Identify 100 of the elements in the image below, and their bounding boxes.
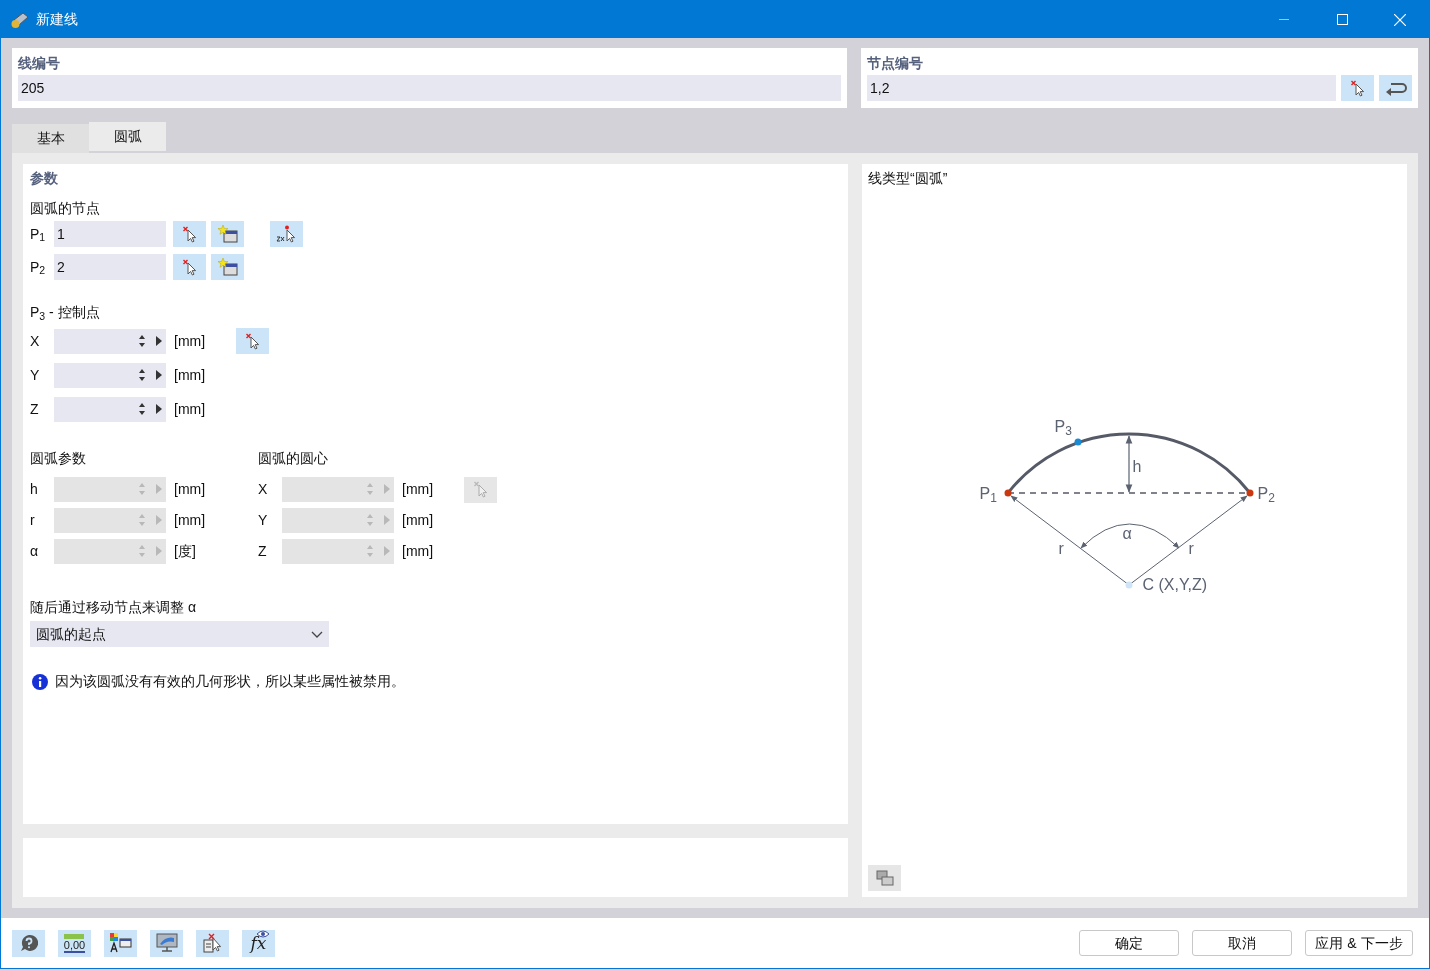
tab[interactable]: 圆弧 (89, 122, 166, 151)
field-label: r (30, 511, 36, 530)
return-arrow-icon (1384, 80, 1407, 96)
line-number-field[interactable]: 205 (18, 75, 841, 101)
pick-button[interactable] (173, 254, 206, 280)
node-number-field[interactable]: 1,2 (867, 75, 1336, 101)
toolbar-button[interactable]: fx (242, 929, 275, 957)
pick-button[interactable] (1341, 75, 1374, 101)
center-label: C (X,Y,Z) (1142, 575, 1208, 594)
color-window-icon (109, 933, 132, 953)
triangle-icon (156, 546, 162, 556)
dialog-button[interactable]: 确定 (1079, 930, 1179, 956)
dialog-button[interactable]: 应用 & 下一步 (1305, 930, 1413, 956)
angle-label: α (1122, 524, 1132, 543)
unit-label: [mm] (174, 331, 207, 351)
triangle-icon (156, 403, 162, 414)
cursor-icon (244, 332, 261, 350)
unit-label: [mm] (402, 511, 435, 530)
unit-label: [mm] (402, 480, 435, 499)
dialog-button[interactable]: 取消 (1192, 930, 1292, 956)
radius-label: r (1188, 539, 1194, 558)
triangle-icon (156, 515, 162, 525)
chevron-down-icon (311, 630, 323, 638)
number-field[interactable] (54, 396, 166, 422)
group-label: 圆弧的圆心 (258, 449, 329, 468)
toolbar-button[interactable] (196, 929, 229, 957)
section-heading: 节点编号 (867, 54, 924, 73)
point-label: P$_{2}$ (1257, 484, 1275, 503)
number-field[interactable] (54, 328, 166, 354)
field-label: Z (258, 542, 268, 561)
cursor-icon (181, 225, 198, 243)
close-icon (1394, 13, 1406, 26)
toolbar-button[interactable] (12, 929, 45, 957)
field-label: X (258, 480, 269, 499)
monitor-icon (155, 933, 178, 953)
minimize-icon (1279, 19, 1289, 20)
field-label: 随后通过移动节点来调整 α (30, 598, 197, 617)
unit-label: [度] (174, 542, 197, 561)
field-label: X (30, 331, 41, 351)
maximize-icon (1336, 14, 1348, 25)
double-pick-button[interactable] (270, 221, 303, 247)
field-label: Y (30, 365, 41, 385)
field-label: Z (30, 399, 40, 419)
stack-icon (874, 869, 895, 887)
dropdown[interactable]: 圆弧的起点 (30, 621, 329, 647)
field-label: P$_{1}$ (30, 224, 47, 245)
double-pick-icon (275, 225, 298, 243)
height-label: h (1132, 457, 1142, 476)
toolbar-button[interactable] (104, 929, 137, 957)
tab[interactable]: 基本 (12, 124, 89, 153)
new-node-button[interactable] (211, 221, 244, 247)
field-label: h (30, 480, 39, 499)
triangle-icon (156, 335, 162, 346)
unit-label: [mm] (174, 480, 207, 499)
unit-label: [mm] (174, 399, 207, 419)
ruler-icon (64, 933, 85, 939)
toolbar-button[interactable] (150, 929, 183, 957)
spin-arrows-icon (138, 543, 146, 559)
group-label: P$_{3}$ - 控制点 (30, 303, 101, 322)
return-button[interactable] (1379, 75, 1412, 101)
triangle-icon (384, 546, 390, 556)
unit-label: [mm] (174, 511, 207, 530)
cursor-icon (1349, 79, 1366, 97)
section-heading: 参数 (30, 169, 59, 188)
number-field[interactable] (54, 362, 166, 388)
help-icon (19, 934, 38, 952)
point-label: P$_{1}$ (979, 484, 997, 503)
section-heading: 线编号 (18, 54, 61, 73)
spin-arrows-icon (366, 512, 374, 528)
pick-button[interactable] (173, 221, 206, 247)
formula-text: fx (250, 934, 267, 952)
cursor-icon (181, 258, 198, 276)
triangle-icon (156, 484, 162, 494)
field-label: α (30, 542, 40, 561)
eye-icon (257, 930, 270, 938)
document-cursor-icon (201, 933, 224, 953)
new-node-button[interactable] (211, 254, 244, 280)
info-message: 因为该圆弧没有有效的几何形状，所以某些属性被禁用。 (55, 672, 405, 691)
pick-button[interactable] (236, 328, 269, 354)
units-text: 0,00 (63, 938, 86, 953)
field-label: Y (258, 511, 269, 530)
triangle-icon (156, 369, 162, 380)
toolbar-button[interactable]: 0,00 (58, 929, 91, 957)
unit-label: [mm] (402, 542, 435, 561)
preview-title: 线类型“圆弧” (868, 169, 949, 188)
spin-arrows-icon (138, 481, 146, 497)
node-field[interactable]: 2 (54, 254, 166, 280)
new-window-icon (217, 225, 238, 243)
point-label: P$_{3}$ (1054, 417, 1072, 436)
window-title: 新建线 (36, 10, 78, 29)
cursor-icon (472, 481, 489, 498)
new-window-icon (217, 258, 238, 276)
triangle-icon (384, 484, 390, 494)
view-button[interactable] (868, 865, 901, 891)
group-label: 圆弧的节点 (30, 199, 101, 218)
node-field[interactable]: 1 (54, 221, 166, 247)
spin-arrows-icon (366, 543, 374, 559)
app-icon (11, 10, 29, 29)
spin-arrows-icon (138, 512, 146, 528)
group-label: 圆弧参数 (30, 449, 87, 468)
